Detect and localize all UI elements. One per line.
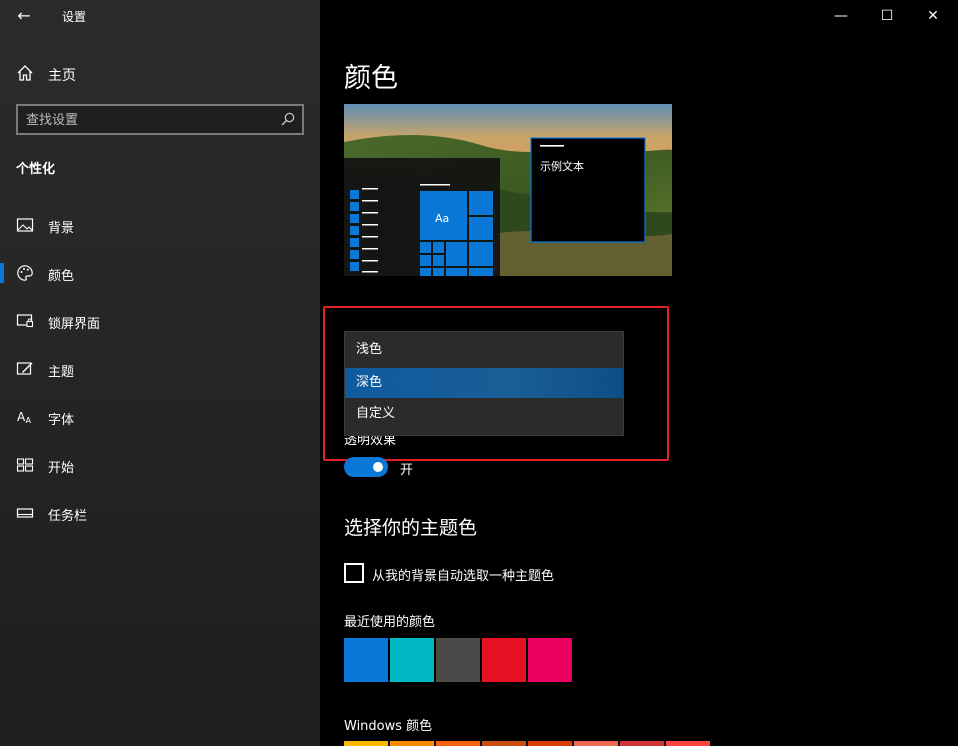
font-icon: A A bbox=[17, 410, 32, 425]
maximize-button[interactable]: ☐ bbox=[864, 0, 910, 32]
recent-color-swatch[interactable] bbox=[344, 638, 388, 682]
windows-color-swatch[interactable] bbox=[390, 741, 434, 746]
close-button[interactable]: ✕ bbox=[910, 0, 956, 32]
preview-sample-text: 示例文本 bbox=[540, 159, 584, 173]
preview-tile-label: Aa bbox=[435, 212, 449, 225]
auto-pick-label: 从我的背景自动选取一种主题色 bbox=[372, 569, 555, 584]
windows-color-swatch[interactable] bbox=[666, 741, 710, 746]
sidebar: ← 设置 主页 个性化 背景 颜色 bbox=[0, 0, 320, 746]
theme-preview: Aa 示例文本 bbox=[344, 104, 672, 276]
recent-color-swatch[interactable] bbox=[482, 638, 526, 682]
theme-brush-icon bbox=[16, 362, 33, 375]
section-header-personalization: 个性化 bbox=[16, 162, 56, 177]
accent-section-title: 选择你的主题色 bbox=[344, 517, 478, 539]
active-indicator bbox=[0, 263, 4, 283]
auto-pick-checkbox[interactable] bbox=[344, 563, 364, 583]
windows-color-swatch[interactable] bbox=[528, 741, 572, 746]
sidebar-item-taskbar[interactable]: 任务栏 bbox=[0, 493, 320, 533]
search-icon[interactable] bbox=[280, 111, 296, 127]
windows-color-swatch[interactable] bbox=[574, 741, 618, 746]
windows-color-swatch[interactable] bbox=[344, 741, 388, 746]
svg-text:A: A bbox=[26, 416, 32, 425]
taskbar-icon bbox=[16, 508, 34, 518]
transparency-toggle[interactable] bbox=[344, 457, 388, 477]
windows-colors-label: Windows 颜色 bbox=[344, 719, 433, 734]
sidebar-item-fonts[interactable]: A A 字体 bbox=[0, 397, 320, 437]
sidebar-item-themes[interactable]: 主题 bbox=[0, 349, 320, 389]
sidebar-item-label: 任务栏 bbox=[48, 509, 88, 524]
recent-color-swatch[interactable] bbox=[436, 638, 480, 682]
recent-color-swatch[interactable] bbox=[390, 638, 434, 682]
sidebar-item-label: 背景 bbox=[48, 221, 75, 236]
sidebar-item-start[interactable]: 开始 bbox=[0, 445, 320, 485]
title-bar: ← 设置 bbox=[0, 0, 320, 32]
palette-icon bbox=[17, 265, 33, 281]
picture-icon bbox=[16, 218, 34, 232]
app-title: 设置 bbox=[62, 10, 87, 24]
home-icon bbox=[17, 65, 33, 81]
sidebar-item-label: 字体 bbox=[48, 413, 75, 428]
search-input[interactable] bbox=[26, 111, 266, 129]
preview-sample-window bbox=[530, 137, 646, 243]
window-controls: — ☐ ✕ bbox=[818, 0, 958, 32]
sidebar-item-home[interactable]: 主页 bbox=[0, 56, 320, 90]
sidebar-item-label: 锁屏界面 bbox=[48, 317, 101, 332]
sidebar-item-background[interactable]: 背景 bbox=[0, 205, 320, 245]
toggle-state-label: 开 bbox=[400, 463, 414, 478]
page-title: 颜色 bbox=[344, 63, 398, 94]
sidebar-item-colors[interactable]: 颜色 bbox=[0, 253, 320, 293]
main-content: — ☐ ✕ 颜色 Aa 示例文本 透明效果 浅色 深色 自定义 开 选择你的主题… bbox=[320, 0, 958, 746]
lock-screen-icon bbox=[16, 314, 34, 328]
toggle-knob bbox=[373, 462, 383, 472]
sidebar-item-label: 颜色 bbox=[48, 269, 75, 284]
start-grid-icon bbox=[16, 458, 34, 472]
recent-colors-label: 最近使用的颜色 bbox=[344, 615, 436, 630]
sidebar-home-label: 主页 bbox=[48, 68, 76, 84]
sidebar-item-label: 开始 bbox=[48, 461, 75, 476]
windows-color-swatch[interactable] bbox=[482, 741, 526, 746]
minimize-button[interactable]: — bbox=[818, 0, 864, 32]
recent-color-swatch[interactable] bbox=[528, 638, 572, 682]
preview-tiles bbox=[420, 191, 493, 276]
windows-color-swatch[interactable] bbox=[620, 741, 664, 746]
search-box[interactable] bbox=[16, 104, 304, 135]
sidebar-item-lock-screen[interactable]: 锁屏界面 bbox=[0, 301, 320, 341]
back-button[interactable]: ← bbox=[14, 6, 34, 26]
highlight-box bbox=[323, 306, 669, 461]
windows-color-swatch[interactable] bbox=[436, 741, 480, 746]
sidebar-item-label: 主题 bbox=[48, 365, 75, 380]
